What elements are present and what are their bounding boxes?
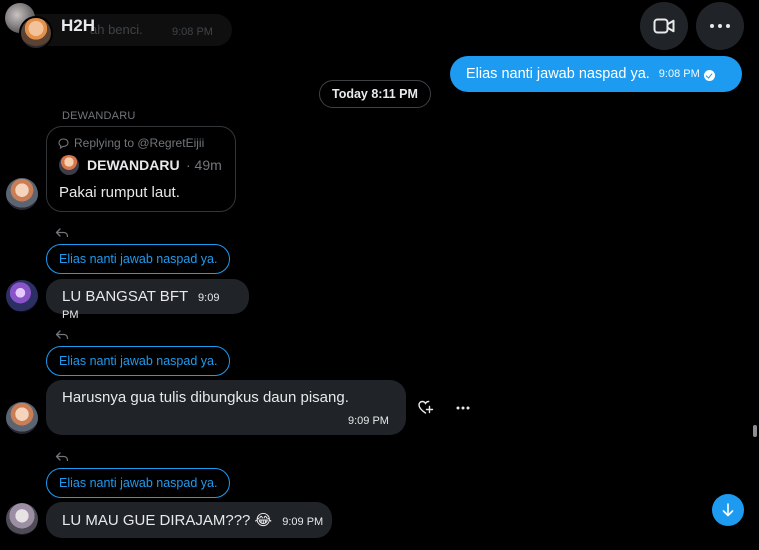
reply-icon (55, 330, 69, 340)
avatar[interactable] (6, 280, 38, 312)
reply-reference-pill[interactable]: Elias nanti jawab naspad ya. (46, 468, 231, 498)
avatar[interactable] (6, 178, 38, 210)
message-text: LU BANGSAT BFT (62, 288, 188, 305)
message-more-icon[interactable] (456, 406, 470, 410)
quoted-author-avatar (59, 155, 79, 175)
day-separator: Today 8:11 PM (319, 80, 431, 108)
comment-icon (58, 137, 69, 149)
sent-message-text: Elias nanti jawab naspad ya. (466, 66, 650, 82)
quoted-author-name: DEWANDARU (87, 157, 180, 173)
replying-to-label: Replying to @RegretEijii (58, 136, 204, 150)
received-message-bubble[interactable]: LU BANGSAT BFT 9:09 PM (46, 279, 249, 321)
avatar[interactable] (6, 402, 38, 434)
message-time: 9:09 PM (348, 415, 389, 427)
reply-reference-pill[interactable]: Elias nanti jawab naspad ya. (46, 244, 231, 274)
received-message-bubble[interactable]: LU MAU GUE DIRAJAM??? 😂 9:09 PM (46, 502, 332, 538)
message-actions (418, 400, 470, 415)
group-avatar[interactable] (19, 16, 53, 50)
avatar[interactable] (6, 503, 38, 535)
reply-reference-pill[interactable]: Elias nanti jawab naspad ya. (46, 346, 231, 376)
sender-name: DEWANDARU (62, 110, 136, 122)
scrollbar-thumb[interactable] (753, 425, 757, 437)
replying-to-text: Replying to @RegretEijii (74, 136, 205, 150)
sent-message-bubble[interactable]: Elias nanti jawab naspad ya. 9:08 PM (450, 56, 742, 92)
more-options-button[interactable] (696, 2, 744, 50)
message-text: Harusnya gua tulis dibungkus daun pisang… (62, 389, 349, 406)
previous-message-text: ah benci. (90, 22, 143, 37)
received-message-bubble[interactable]: Harusnya gua tulis dibungkus daun pisang… (46, 380, 406, 435)
quoted-post-age: · 49m (186, 157, 222, 173)
sent-message-time: 9:08 PM (658, 68, 700, 80)
reply-icon (55, 228, 69, 238)
conversation-title[interactable]: H2H (61, 16, 95, 36)
read-check-icon (703, 69, 715, 81)
scroll-to-bottom-button[interactable] (712, 494, 744, 526)
message-time: 9:09 PM (282, 516, 324, 528)
quoted-post-text: Pakai rumput laut. (59, 184, 180, 201)
message-text: LU MAU GUE DIRAJAM??? 😂 (62, 512, 273, 529)
scroll-down-icon (722, 503, 734, 517)
previous-message-time: 9:08 PM (172, 26, 213, 38)
video-call-icon (653, 18, 675, 34)
video-call-button[interactable] (640, 2, 688, 50)
add-reaction-icon[interactable] (418, 400, 434, 415)
reply-icon (55, 452, 69, 462)
more-icon (710, 24, 730, 28)
